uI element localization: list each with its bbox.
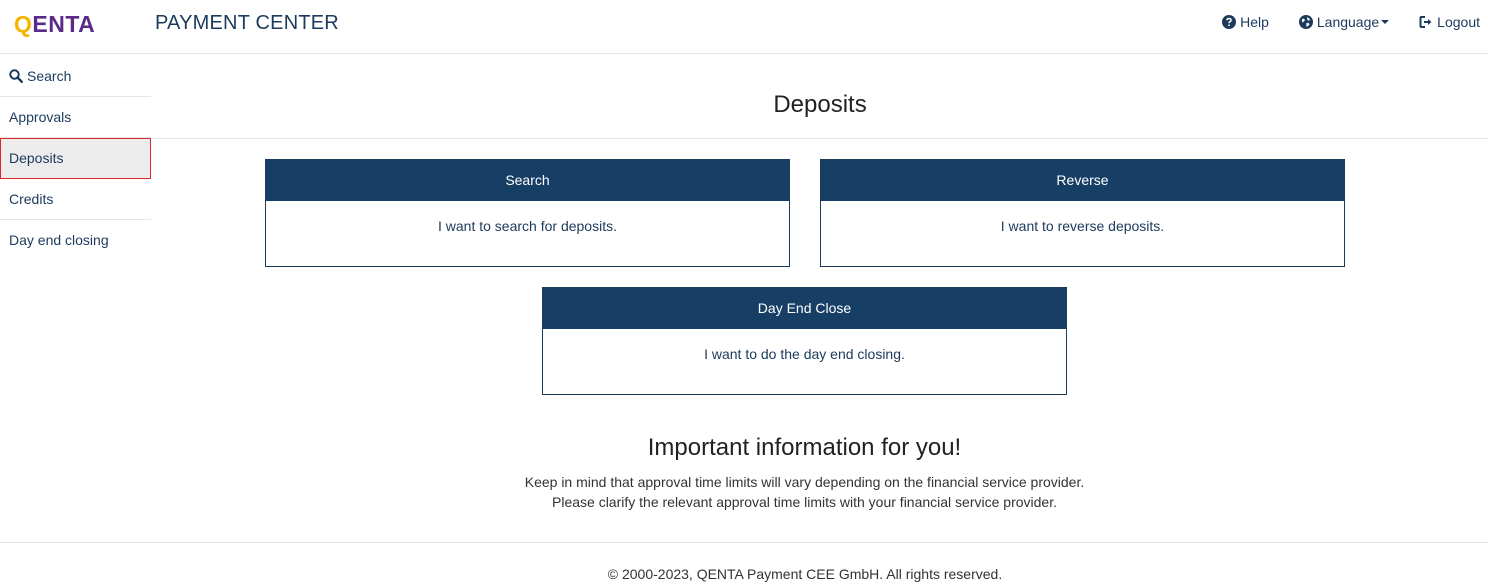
reverse-deposits-card[interactable]: Reverse I want to reverse deposits. [820,159,1345,267]
sidebar-item-label: Day end closing [9,232,109,248]
sidebar-item-label: Credits [9,190,54,207]
sidebar-item-credits[interactable]: Credits [0,179,151,220]
card-title: Search [266,160,789,201]
top-bar: QENTA PAYMENT CENTER Help Language Logou… [0,0,1488,54]
card-title: Reverse [821,160,1344,201]
sidebar-item-approvals[interactable]: Approvals [0,97,151,138]
logout-label: Logout [1437,14,1480,30]
search-icon [9,69,23,83]
footer: © 2000-2023, QENTA Payment CEE GmbH. All… [0,542,1488,584]
sidebar-item-label: Search [27,67,72,84]
sidebar-item-label: Deposits [9,150,64,166]
sidebar-item-search[interactable]: Search [0,56,151,97]
qenta-logo[interactable]: QENTA [14,10,95,38]
language-dropdown[interactable]: Language [1298,13,1390,31]
sidebar-item-day-end-closing[interactable]: Day end closing [0,220,151,261]
help-label: Help [1240,14,1269,30]
card-description: I want to do the day end closing. [704,346,905,362]
copyright-text: © 2000-2023, QENTA Payment CEE GmbH. All… [607,566,1003,582]
card-description: I want to search for deposits. [438,218,617,234]
sidebar: Search Approvals Deposits Credits Day en… [0,56,151,261]
logout-link[interactable]: Logout [1419,13,1480,31]
info-text: Keep in mind that approval time limits w… [524,474,1085,490]
app-title: PAYMENT CENTER [155,12,339,34]
sidebar-item-label: Approvals [9,108,72,125]
page-title: Deposits [773,91,867,118]
search-deposits-card[interactable]: Search I want to search for deposits. [265,159,790,267]
page-header: Deposits [152,56,1488,139]
sign-out-icon [1419,16,1432,28]
globe-icon [1298,15,1313,29]
card-title: Day End Close [543,288,1066,329]
caret-down-icon [1381,20,1390,24]
help-link[interactable]: Help [1222,13,1269,31]
day-end-close-card[interactable]: Day End Close I want to do the day end c… [542,287,1067,395]
top-nav: Help Language Logout [1192,13,1480,31]
card-description: I want to reverse deposits. [1000,218,1165,234]
info-title: Important information for you! [647,434,962,461]
language-label: Language [1316,14,1380,30]
question-circle-icon [1222,15,1237,29]
sidebar-item-deposits[interactable]: Deposits [0,138,151,179]
info-text: Please clarify the relevant approval tim… [552,494,1057,510]
